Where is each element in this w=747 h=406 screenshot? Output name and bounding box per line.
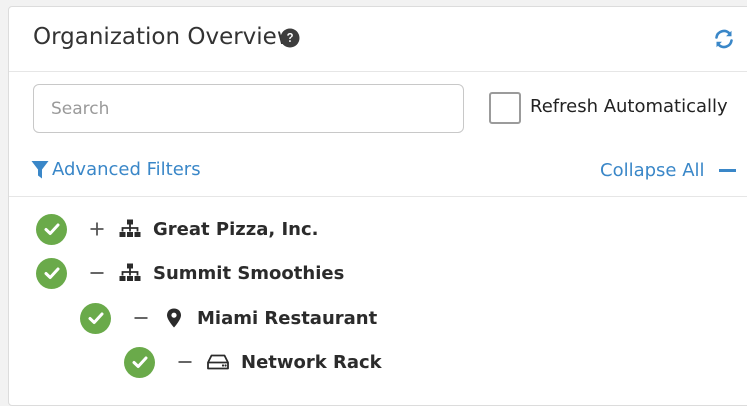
search-input[interactable] [33, 84, 464, 133]
tree-item: Summit Smoothies [36, 257, 344, 289]
minus-icon [134, 317, 148, 319]
status-ok-icon [124, 346, 155, 378]
question-circle-icon[interactable] [280, 28, 300, 48]
collapse-toggle[interactable] [87, 263, 107, 283]
minus-icon [718, 169, 736, 172]
refresh-automatically-label: Refresh Automatically [530, 96, 728, 117]
status-ok-icon [36, 257, 67, 289]
collapse-toggle[interactable] [131, 308, 151, 328]
advanced-filters-label: Advanced Filters [52, 159, 201, 180]
refresh-icon[interactable] [713, 28, 735, 50]
sitemap-icon [119, 218, 141, 240]
plus-icon [90, 222, 104, 236]
expand-toggle[interactable] [87, 219, 107, 239]
tree-item-label[interactable]: Great Pizza, Inc. [153, 219, 318, 240]
tree-item-label[interactable]: Network Rack [241, 352, 382, 373]
divider [9, 196, 747, 197]
map-marker-icon [163, 307, 185, 329]
hard-drive-icon [207, 351, 229, 373]
organization-overview-panel: Organization Overview Refresh Automatica… [8, 6, 747, 406]
tree-item: Great Pizza, Inc. [36, 213, 318, 245]
advanced-filters-link[interactable]: Advanced Filters [31, 159, 201, 180]
tree-item: Network Rack [124, 346, 382, 378]
collapse-all-label: Collapse All [600, 160, 705, 181]
tree-item-label[interactable]: Summit Smoothies [153, 263, 344, 284]
tree-item: Miami Restaurant [80, 302, 377, 334]
status-ok-icon [80, 302, 111, 334]
collapse-all-link[interactable]: Collapse All [600, 160, 736, 181]
collapse-toggle[interactable] [175, 352, 195, 372]
filter-icon [31, 160, 49, 178]
minus-icon [178, 361, 192, 363]
panel-header: Organization Overview [9, 7, 747, 72]
status-ok-icon [36, 213, 67, 245]
minus-icon [90, 272, 104, 274]
tree-item-label[interactable]: Miami Restaurant [197, 308, 377, 329]
page-title: Organization Overview [33, 24, 296, 50]
sitemap-icon [119, 262, 141, 284]
refresh-automatically-checkbox[interactable] [489, 92, 521, 124]
